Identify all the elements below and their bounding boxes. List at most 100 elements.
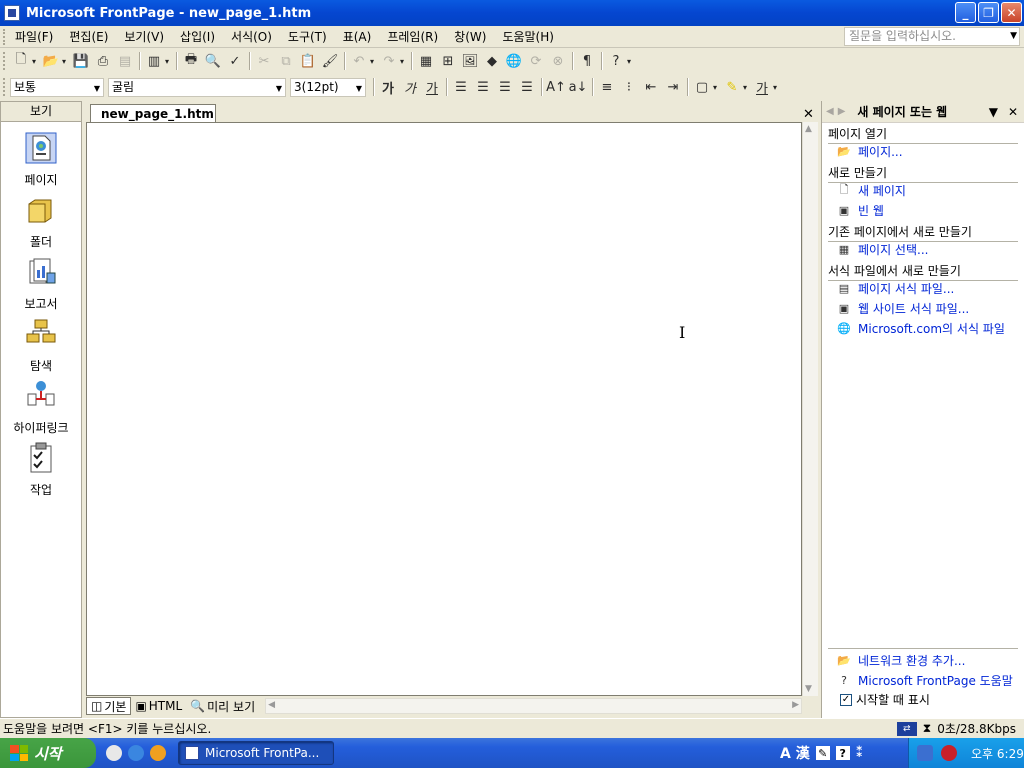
hyperlink-icon[interactable]: 🌐 — [503, 50, 525, 72]
new-page-icon[interactable]: 🗋 — [10, 50, 32, 72]
ask-question-box[interactable]: 질문을 입력하십시오. ▼ — [844, 27, 1020, 46]
language-bar[interactable]: A 漢 ✎ ? ⁑ — [780, 743, 863, 763]
redo-dropdown-icon[interactable]: ▾ — [400, 57, 408, 66]
show-at-startup-option[interactable]: ✓ 시작할 때 표시 — [840, 691, 930, 708]
menu-table[interactable]: 표(A) — [335, 28, 380, 45]
font-dropdown-icon[interactable]: ▼ — [276, 80, 282, 97]
align-left-icon[interactable]: ☰ — [450, 76, 472, 98]
view-hyperlinks[interactable]: 하이퍼링크 — [1, 380, 81, 436]
preview-browser-icon[interactable]: 🔍 — [202, 50, 224, 72]
decrease-indent-icon[interactable]: ⇤ — [640, 76, 662, 98]
drawing-icon[interactable]: ◆ — [481, 50, 503, 72]
restore-button[interactable]: ❐ — [978, 2, 999, 23]
redo-icon[interactable]: ↷ — [378, 50, 400, 72]
numbering-icon[interactable]: ≡ — [596, 76, 618, 98]
task-pane-close-icon[interactable]: ✕ — [1008, 105, 1018, 119]
menu-help[interactable]: 도움말(H) — [494, 28, 562, 45]
security-tray-icon[interactable] — [941, 745, 957, 761]
close-button[interactable]: ✕ — [1001, 2, 1022, 23]
size-dropdown-icon[interactable]: ▼ — [356, 80, 362, 97]
ime-settings-icon[interactable]: ✎ — [815, 746, 830, 760]
open-dropdown-icon[interactable]: ▾ — [62, 57, 70, 66]
network-tray-icon[interactable] — [917, 745, 933, 761]
ask-dropdown-icon[interactable]: ▼ — [1010, 28, 1017, 45]
tab-preview[interactable]: 🔍 미리 보기 — [186, 697, 259, 715]
start-button[interactable]: 시작 — [0, 738, 96, 768]
internet-explorer-icon[interactable] — [128, 745, 144, 761]
menu-window[interactable]: 창(W) — [446, 28, 494, 45]
paste-icon[interactable]: 📋 — [297, 50, 319, 72]
align-center-icon[interactable]: ☰ — [472, 76, 494, 98]
menu-frames[interactable]: 프레임(R) — [379, 28, 446, 45]
align-right-icon[interactable]: ☰ — [494, 76, 516, 98]
menu-file[interactable]: 파일(F) — [7, 28, 61, 45]
show-desktop-icon[interactable] — [106, 745, 122, 761]
folder-list-icon[interactable]: ▤ — [114, 50, 136, 72]
link-web-templates[interactable]: ▣ 웹 사이트 서식 파일... — [836, 300, 969, 317]
vertical-scrollbar[interactable]: ▲ ▼ — [802, 122, 818, 696]
view-navigation[interactable]: 탐색 — [1, 318, 81, 374]
copy-icon[interactable]: ⧉ — [275, 50, 297, 72]
insert-table-icon[interactable]: ⊞ — [437, 50, 459, 72]
font-color-icon[interactable]: 가 — [751, 76, 773, 98]
link-add-network-place[interactable]: 📂 네트워크 환경 추가... — [836, 652, 965, 669]
link-empty-web[interactable]: ▣ 빈 웹 — [836, 202, 884, 219]
undo-dropdown-icon[interactable]: ▾ — [370, 57, 378, 66]
taskbar-frontpage-button[interactable]: Microsoft FrontPa... — [178, 741, 334, 765]
back-icon[interactable]: ◀ — [826, 106, 834, 117]
close-document-icon[interactable]: ✕ — [803, 107, 814, 122]
print-icon[interactable]: 🖶 — [180, 50, 202, 72]
scroll-left-icon[interactable]: ◀ — [268, 700, 275, 710]
italic-icon[interactable]: 가 — [399, 76, 421, 98]
undo-icon[interactable]: ↶ — [348, 50, 370, 72]
scroll-up-icon[interactable]: ▲ — [805, 124, 812, 134]
borders-icon[interactable]: ▢ — [691, 76, 713, 98]
tab-html[interactable]: ▣ HTML — [131, 697, 186, 715]
bullets-icon[interactable]: ⁝ — [618, 76, 640, 98]
ime-help-icon[interactable]: ? — [835, 746, 850, 760]
menu-insert[interactable]: 삽입(I) — [172, 28, 223, 45]
bold-icon[interactable]: 가 — [377, 76, 399, 98]
link-new-page[interactable]: 🗋 새 페이지 — [836, 182, 906, 199]
horizontal-scrollbar[interactable]: ◀ ▶ — [265, 698, 802, 714]
frontpage-app-icon[interactable] — [4, 5, 20, 21]
help-icon[interactable]: ? — [605, 50, 627, 72]
decrease-font-icon[interactable]: a↓ — [567, 76, 589, 98]
highlight-dropdown-icon[interactable]: ▾ — [743, 83, 751, 92]
scroll-right-icon[interactable]: ▶ — [792, 700, 799, 710]
save-icon[interactable]: 💾 — [70, 50, 92, 72]
stop-icon[interactable]: ⊗ — [547, 50, 569, 72]
show-all-icon[interactable]: ¶ — [576, 50, 598, 72]
highlight-icon[interactable]: ✎ — [721, 76, 743, 98]
scroll-down-icon[interactable]: ▼ — [805, 684, 812, 694]
media-player-icon[interactable] — [150, 745, 166, 761]
menu-view[interactable]: 보기(V) — [116, 28, 172, 45]
spelling-icon[interactable]: ✓ — [224, 50, 246, 72]
web-component-icon[interactable]: ▦ — [415, 50, 437, 72]
language-options-icon[interactable]: ⁑ — [856, 745, 863, 761]
new-dropdown-icon[interactable]: ▾ — [32, 57, 40, 66]
task-pane-dropdown-icon[interactable]: ▼ — [989, 105, 998, 119]
publish-icon[interactable]: ⎙ — [92, 50, 114, 72]
link-open-page[interactable]: 📂 페이지... — [836, 143, 902, 160]
font-select[interactable]: 굴림 ▼ — [108, 77, 286, 97]
page-editor[interactable] — [86, 122, 802, 696]
view-folders[interactable]: 폴더 — [1, 194, 81, 250]
pane-dropdown-icon[interactable]: ▾ — [165, 57, 173, 66]
menu-tools[interactable]: 도구(T) — [280, 28, 335, 45]
view-tasks[interactable]: 작업 — [1, 442, 81, 498]
font-color-dropdown-icon[interactable]: ▾ — [773, 83, 781, 92]
view-reports[interactable]: 보고서 — [1, 256, 81, 312]
toolbar-grip[interactable] — [3, 52, 7, 70]
link-choose-page[interactable]: ▦ 페이지 선택... — [836, 241, 929, 258]
link-page-templates[interactable]: ▤ 페이지 서식 파일... — [836, 280, 955, 297]
style-dropdown-icon[interactable]: ▼ — [94, 80, 100, 97]
insert-picture-icon[interactable]: 🖼 — [459, 50, 481, 72]
increase-indent-icon[interactable]: ⇥ — [662, 76, 684, 98]
format-painter-icon[interactable]: 🖌 — [319, 50, 341, 72]
menu-format[interactable]: 서식(O) — [223, 28, 280, 45]
clock[interactable]: 오후 6:29 — [971, 745, 1024, 762]
forward-icon[interactable]: ▶ — [838, 106, 846, 117]
refresh-icon[interactable]: ⟳ — [525, 50, 547, 72]
link-frontpage-help[interactable]: ? Microsoft FrontPage 도움말 — [836, 672, 1013, 689]
